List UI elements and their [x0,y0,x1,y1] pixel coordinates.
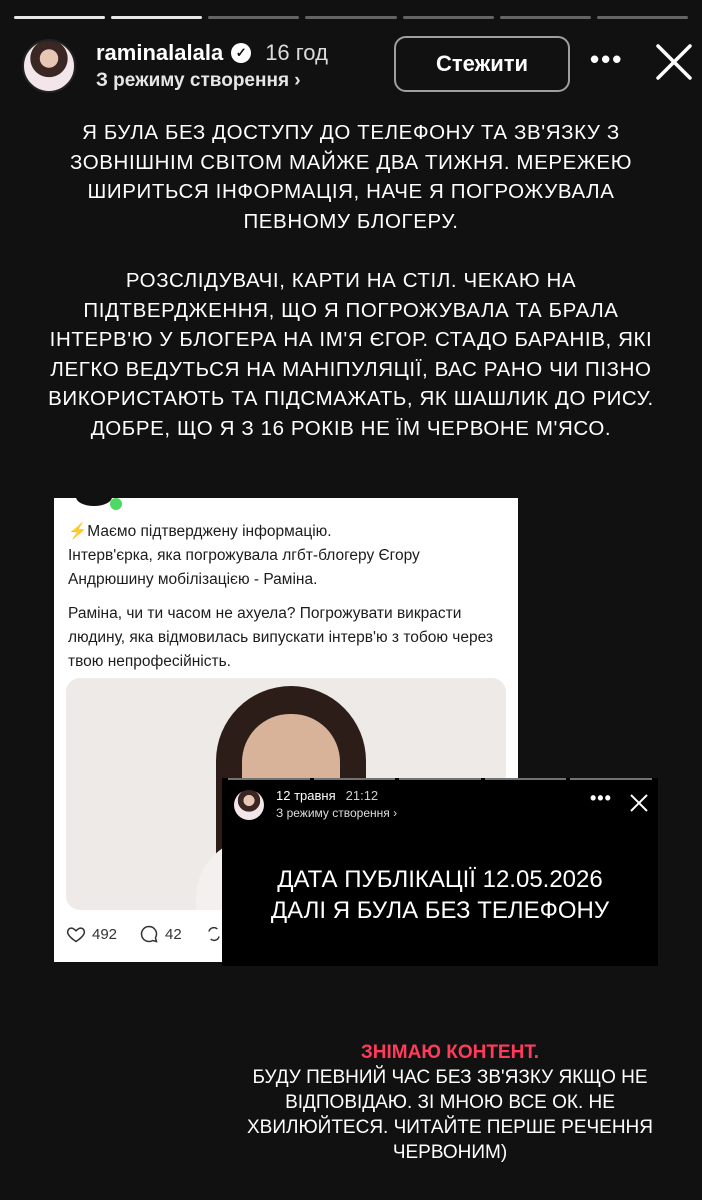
embedded-text: Дата публікації 12.05.2026 Далі я була б… [222,864,658,926]
post-line-1: ⚡Маємо підтверджену інформацію. [68,523,332,540]
username[interactable]: raminalalala [96,40,223,66]
post-stats: 492 42 [66,924,224,944]
post-time: 16 год [265,40,328,65]
heart-icon [66,927,86,943]
footer-text: Буду певний час без зв'язку якщо не відп… [247,1067,653,1163]
follow-button[interactable]: Стежити [394,36,570,92]
repost-icon [207,926,220,942]
progress-segment [402,16,494,19]
embedded-line-2: Далі я була без телефону [270,897,610,924]
likes-count: 492 [92,925,118,943]
progress-segment [111,16,203,19]
post-line-2: Інтерв'єрка, яка погрожувала лгбт-блогер… [68,547,420,588]
verified-badge-icon: ✓ [231,43,252,63]
close-icon[interactable] [652,40,696,84]
embedded-mode: З режиму створення › [276,806,398,820]
progress-segment [596,16,688,19]
post-author-avatar [76,498,112,506]
embedded-progress-bar [228,778,652,781]
story-main-text: Я була без доступу до телефону та зв'язк… [40,118,662,443]
online-indicator [110,498,122,510]
story-author: raminalalala ✓ 16 год З режиму створення… [96,40,328,92]
progress-segment [305,16,397,19]
story-header: raminalalala ✓ 16 год З режиму створення… [22,36,692,96]
avatar[interactable] [22,39,76,93]
embedded-avatar [234,790,264,820]
main-paragraph-2: Розслідувачі, карти на стіл. Чекаю на пі… [48,269,654,440]
progress-segment [499,16,591,19]
embedded-close-icon [630,794,648,812]
comments-count: 42 [165,925,182,943]
progress-segment [208,16,300,19]
footer-red-text: Знімаю контент. [360,1042,540,1063]
embedded-date: 12 травня 21:12 [276,788,379,803]
main-paragraph-1: Я була без доступу до телефону та зв'язк… [69,121,633,233]
story-progress-bar [14,16,688,19]
embedded-more-icon: ••• [590,788,612,808]
story-footer-text: Знімаю контент. Буду певний час без зв'я… [220,1040,680,1165]
progress-segment [14,16,106,19]
post-paragraph-2: Раміна, чи ти часом не ахуела? Погрожува… [68,605,493,670]
embedded-line-1: Дата публікації 12.05.2026 [277,866,603,893]
embedded-story: 12 травня 21:12 З режиму створення › ••• … [222,778,658,966]
create-mode-link[interactable]: З режиму створення › [96,70,328,92]
comment-icon [140,925,158,943]
more-icon[interactable]: ••• [590,44,623,75]
